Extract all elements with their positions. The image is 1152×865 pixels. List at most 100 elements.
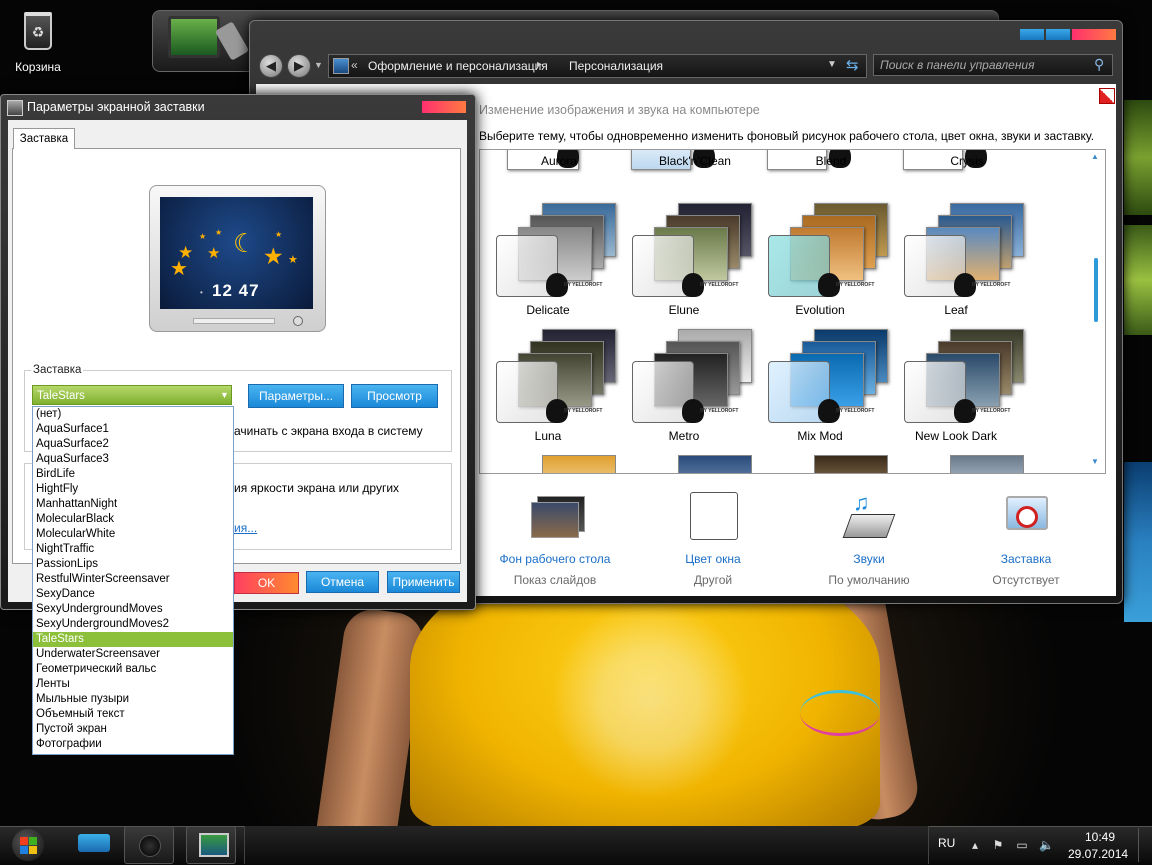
screensaver-option[interactable]: (нет) [33,407,233,422]
preview-button[interactable]: Просмотр [351,384,438,408]
clock-date[interactable]: 29.07.2014 [1068,847,1128,861]
breadcrumb-personalization[interactable]: Персонализация [569,59,663,73]
taskbar-screensaver-app[interactable] [186,826,236,864]
window-color-link[interactable]: Цвет окна Другой [638,492,788,587]
scroll-up-icon[interactable]: ▲ [1091,152,1099,161]
sounds-link[interactable]: ♫ Звуки По умолчанию [794,490,944,587]
monitor-icon [199,833,229,857]
dialog-title: Параметры экранной заставки [27,100,205,114]
star-icon: ★ [199,232,207,241]
screensaver-option[interactable]: Мыльные пузыри [33,692,233,707]
theme-gallery-scrollbar[interactable]: ▲ ▼ [1091,152,1101,468]
search-input[interactable] [873,54,1113,76]
help-icon[interactable] [1099,88,1115,104]
screensaver-option[interactable]: AquaSurface2 [33,437,233,452]
theme-partial-thumbnail[interactable] [542,455,616,473]
address-dropdown-icon[interactable]: ▼ [827,59,837,70]
language-indicator[interactable]: RU [938,836,955,850]
power-settings-link[interactable]: ия... [234,521,257,535]
window-color-icon [685,492,741,548]
taskbar-printer-app[interactable] [70,826,120,864]
search-icon[interactable]: ⚲ [1094,56,1104,73]
settings-button[interactable]: Параметры... [248,384,344,408]
screensaver-option[interactable]: Фотографии [33,737,233,752]
screensaver-option[interactable]: NightTraffic [33,542,233,557]
recycle-bin-shortcut[interactable]: ♻ Корзина [10,10,66,80]
screensaver-select[interactable]: TaleStars [32,385,232,405]
chevron-down-icon[interactable]: ▼ [220,390,229,400]
screensaver-option[interactable]: AquaSurface1 [33,422,233,437]
tray-battery-icon[interactable]: ▭ [1015,838,1029,852]
start-button[interactable] [4,826,56,864]
theme-leaf[interactable]: BY YELLOROFT Leaf [888,203,1024,327]
screensaver-option[interactable]: HightFly [33,482,233,497]
screensaver-option[interactable]: RestfulWinterScreensaver [33,572,233,587]
scroll-down-icon[interactable]: ▼ [1091,457,1099,466]
resume-logon-checkbox-label[interactable]: ачинать с экрана входа в систему [234,424,423,438]
volume-icon[interactable]: 🔈 [1039,838,1054,852]
close-button[interactable] [1072,29,1116,40]
minimize-button[interactable] [1020,29,1044,40]
printer-icon [78,834,110,852]
show-desktop-button[interactable] [1138,828,1151,862]
screensaver-option[interactable]: SexyDance [33,587,233,602]
breadcrumb-appearance[interactable]: Оформление и персонализация [368,59,548,73]
screensaver-option[interactable]: SexyUndergroundMoves [33,602,233,617]
scrollbar-thumb[interactable] [1094,258,1098,322]
theme-elune[interactable]: BY YELLOROFT Elune [616,203,752,327]
recent-pages-dropdown[interactable]: ▼ [314,60,323,70]
star-icon: ★ [275,230,283,239]
theme-partial-thumbnail[interactable] [678,455,752,473]
theme-metro[interactable]: BY YELLOROFT Metro [616,329,752,453]
forward-button[interactable]: ▶ [287,54,311,78]
screensaver-option[interactable]: BirdLife [33,467,233,482]
screensaver-option[interactable]: UnderwaterScreensaver [33,647,233,662]
screensaver-option[interactable]: SexyUndergroundMoves2 [33,617,233,632]
screensaver-option[interactable]: Объемный текст [33,707,233,722]
tab-screensaver[interactable]: Заставка [13,128,75,149]
screensaver-option[interactable]: Ленты [33,677,233,692]
screensaver-option[interactable]: PassionLips [33,557,233,572]
theme-new-look-dark[interactable]: BY YELLOROFT New Look Dark [888,329,1024,453]
preview-clock: 12 47 [212,281,260,300]
screensaver-option[interactable]: Пустой экран [33,722,233,737]
dialog-close-button[interactable] [422,101,466,113]
back-button[interactable]: ◀ [259,54,283,78]
refresh-icon[interactable]: ⇆ [846,56,859,74]
screensaver-option[interactable]: TaleStars [33,632,233,647]
screensaver-option[interactable]: AquaSurface3 [33,452,233,467]
star-icon: ★ [215,228,223,237]
apply-button[interactable]: Применить [387,571,460,593]
star-icon: ★ [170,258,188,280]
taskbar-power-app[interactable] [124,826,174,864]
theme-mix-mod[interactable]: BY YELLOROFT Mix Mod [752,329,888,453]
theme-luna[interactable]: BY YELLOROFT Luna [480,329,616,453]
screensaver-link[interactable]: Заставка Отсутствует [951,492,1101,587]
screensaver-option[interactable]: MolecularBlack [33,512,233,527]
theme-evolution[interactable]: BY YELLOROFT Evolution [752,203,888,327]
theme-delicate[interactable]: BY YELLOROFT Delicate [480,203,616,327]
screensaver-option[interactable]: Геометрический вальс [33,662,233,677]
address-bar[interactable]: « Оформление и персонализация ▸ Персонал… [328,54,867,78]
tray-chevron-icon[interactable]: ▴ [968,838,982,852]
clock-time[interactable]: 10:49 [1080,830,1120,844]
tray-network-icon[interactable]: ⚑ [991,838,1005,852]
cancel-button[interactable]: Отмена [306,571,379,593]
theme-partial-thumbnail[interactable] [950,455,1024,473]
ok-button[interactable]: OK [234,572,299,594]
wallpaper-shirt-print [520,600,780,800]
power-icon [139,835,161,857]
maximize-button[interactable] [1046,29,1070,40]
theme-partial-thumbnail[interactable] [814,455,888,473]
breadcrumb-separator[interactable]: ▸ [537,59,542,70]
window-controls [1020,29,1118,40]
screensaver-option[interactable]: MolecularWhite [33,527,233,542]
breadcrumb-overflow-chevron[interactable]: « [351,58,358,72]
windows-logo-icon [12,829,44,861]
taskbar-window-button[interactable] [244,826,929,864]
screensaver-option[interactable]: ManhattanNight [33,497,233,512]
dock-tv-icon[interactable] [168,16,220,58]
theme-gallery[interactable]: Aurora Black'n'Clean Blend Crysis BY YEL… [479,149,1106,474]
desktop-background-link[interactable]: Фон рабочего стола Показ слайдов [480,492,630,587]
screensaver-dropdown-list[interactable]: (нет) AquaSurface1 AquaSurface2 AquaSurface… [32,406,234,755]
